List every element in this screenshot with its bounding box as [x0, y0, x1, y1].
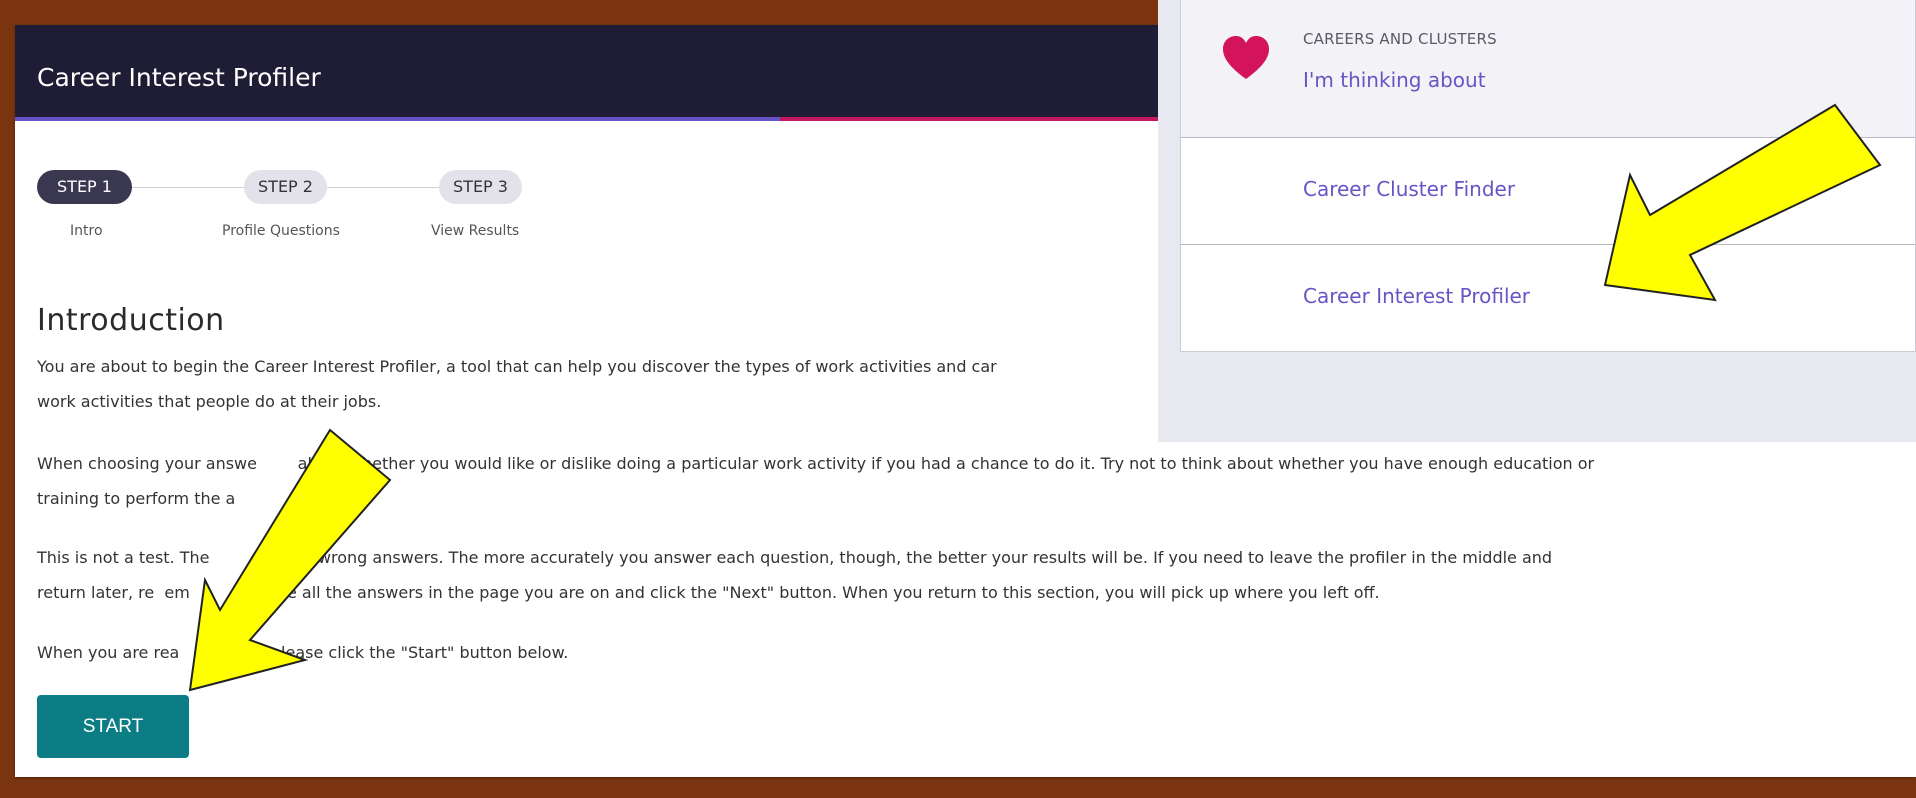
paragraph-line: When choosing your answe about whether y… — [37, 454, 1595, 473]
step-2-pill[interactable]: STEP 2 — [244, 170, 327, 204]
step-connector — [132, 187, 244, 188]
paragraph-line: return later, re em mplete all the answe… — [37, 583, 1380, 602]
step-progress: STEP 1 STEP 2 STEP 3 Intro Profile Quest… — [37, 170, 657, 240]
career-cluster-finder-link[interactable]: Career Cluster Finder — [1303, 177, 1515, 201]
intro-paragraph-3: This is not a test. The ight or wrong an… — [37, 540, 1907, 610]
step-1-sublabel: Intro — [70, 223, 103, 239]
intro-paragraph-2: When choosing your answe about whether y… — [37, 446, 1907, 516]
careers-menu-list: CAREERS AND CLUSTERS I'm thinking about … — [1180, 0, 1916, 352]
step-3-pill[interactable]: STEP 3 — [439, 170, 522, 204]
menu-header-section: CAREERS AND CLUSTERS I'm thinking about — [1181, 0, 1915, 137]
thinking-about-link[interactable]: I'm thinking about — [1303, 68, 1486, 92]
page-title: Career Interest Profiler — [37, 63, 321, 92]
start-button[interactable]: START — [37, 695, 189, 758]
step-1-pill[interactable]: STEP 1 — [37, 170, 132, 204]
menu-divider — [1181, 244, 1915, 245]
menu-divider — [1181, 137, 1915, 138]
step-connector — [327, 187, 439, 188]
paragraph-line: This is not a test. The ight or wrong an… — [37, 548, 1553, 567]
paragraph-line: training to perform the a — [37, 489, 236, 508]
step-3-sublabel: View Results — [431, 223, 520, 239]
step-2-sublabel: Profile Questions — [222, 223, 340, 239]
intro-heading: Introduction — [37, 303, 225, 338]
career-interest-profiler-link[interactable]: Career Interest Profiler — [1303, 284, 1530, 308]
menu-overline: CAREERS AND CLUSTERS — [1303, 30, 1497, 48]
intro-paragraph-4: When you are rea , please click the "Sta… — [37, 643, 569, 662]
careers-menu-panel: CAREERS AND CLUSTERS I'm thinking about … — [1158, 0, 1916, 442]
heart-icon — [1223, 36, 1269, 79]
